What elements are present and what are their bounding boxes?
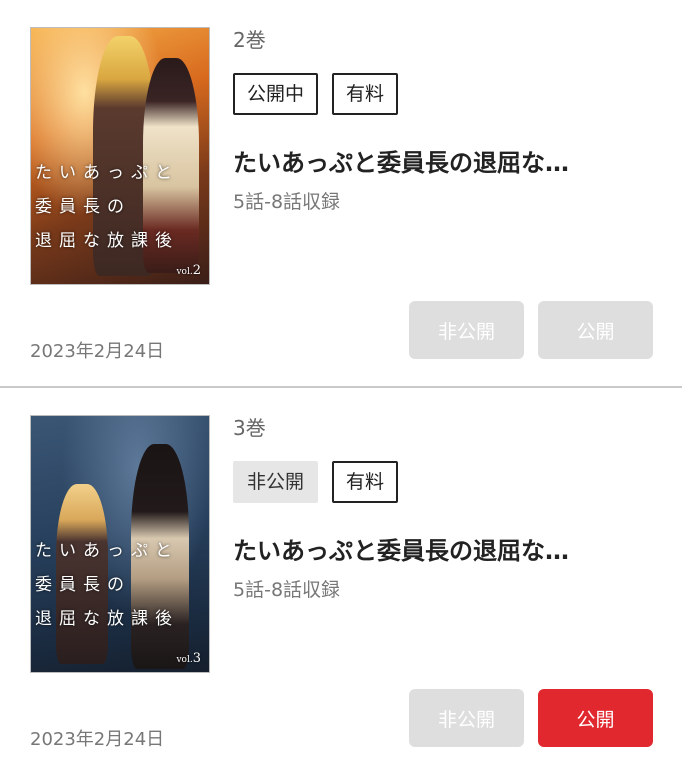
cover-volume-mark: vol.3 (176, 651, 201, 666)
cover-vol-number: 3 (192, 651, 201, 666)
cover-vol-prefix: vol. (176, 267, 193, 277)
cover-title-text: たいあっぷと 委員長の 退屈な放課後 (35, 163, 179, 251)
volume-label: 2巻 (233, 28, 266, 52)
volume-list-item: たいあっぷと 委員長の 退屈な放課後 vol.3 3巻 非公開 有料 たいあっぷ… (0, 388, 682, 775)
make-private-button[interactable]: 非公開 (409, 301, 524, 359)
badge-group: 公開中 有料 (233, 73, 399, 115)
episode-range: 5話-8話収録 (233, 579, 341, 601)
status-badge: 公開中 (233, 73, 319, 115)
make-public-button[interactable]: 公開 (538, 301, 653, 359)
status-badge: 非公開 (233, 461, 319, 503)
cover-vol-number: 2 (192, 263, 201, 278)
volume-label: 3巻 (233, 416, 266, 440)
badge-group: 非公開 有料 (233, 461, 399, 503)
cover-title-text: たいあっぷと 委員長の 退屈な放課後 (35, 541, 179, 629)
make-public-button[interactable]: 公開 (538, 689, 653, 747)
cover-vol-prefix: vol. (176, 655, 193, 665)
publish-date: 2023年2月24日 (30, 729, 165, 750)
book-title[interactable]: たいあっぷと委員長の退屈な… (233, 531, 653, 566)
cover-volume-mark: vol.2 (176, 263, 201, 278)
book-title[interactable]: たいあっぷと委員長の退屈な… (233, 143, 653, 178)
price-badge: 有料 (332, 461, 399, 503)
make-private-button[interactable]: 非公開 (409, 689, 524, 747)
price-badge: 有料 (332, 73, 399, 115)
volume-list-item: たいあっぷと 委員長の 退屈な放課後 vol.2 2巻 公開中 有料 たいあっぷ… (0, 0, 682, 386)
book-cover-image[interactable]: たいあっぷと 委員長の 退屈な放課後 vol.2 (30, 27, 210, 285)
publish-date: 2023年2月24日 (30, 341, 165, 362)
episode-range: 5話-8話収録 (233, 191, 341, 213)
book-cover-image[interactable]: たいあっぷと 委員長の 退屈な放課後 vol.3 (30, 415, 210, 673)
